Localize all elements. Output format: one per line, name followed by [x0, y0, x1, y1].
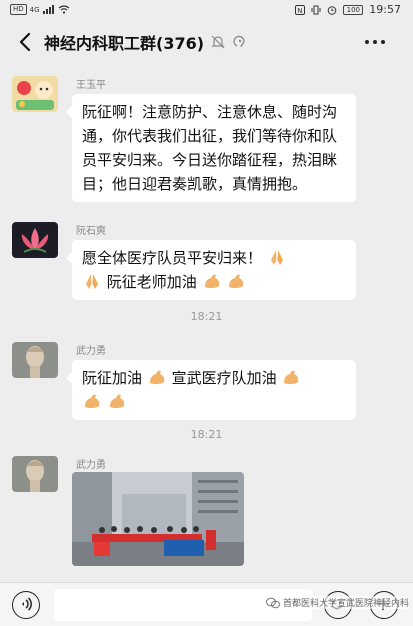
more-options-button[interactable] — [365, 32, 391, 52]
message-text: 宣武医疗队加油 — [171, 369, 277, 387]
earpiece-icon — [233, 35, 245, 48]
avatar[interactable] — [12, 222, 58, 258]
message-timestamp: 18:21 — [190, 310, 223, 323]
lotus-avatar-image — [12, 222, 58, 258]
avatar[interactable] — [12, 342, 58, 378]
image-message[interactable] — [72, 472, 244, 566]
chat-title: 神经内科职工群(376) — [44, 34, 205, 53]
nfc-icon: N — [295, 4, 306, 15]
message-bubble[interactable]: 阮征加油 宣武医疗队加油 — [66, 360, 356, 420]
chat-header: 神经内科职工群(376) — [0, 20, 413, 64]
flexed-biceps-icon — [109, 394, 125, 409]
statue-avatar-image — [12, 456, 58, 492]
group-photo-image — [72, 472, 244, 566]
message-list[interactable]: 王玉平 阮征啊！注意防护、注意休息、随时沟通，你代表我们出征，我们等待你和队员平… — [0, 64, 413, 582]
network-label: 4G — [29, 5, 40, 14]
flexed-biceps-icon — [204, 274, 219, 289]
avatar[interactable] — [12, 76, 58, 112]
vibrate-icon — [311, 5, 321, 14]
message-text: 阮征啊！注意防护、注意休息、随时沟通，你代表我们出征，我们等待你和队员平安归来。… — [82, 103, 338, 193]
praying-hands-icon — [86, 274, 98, 289]
avatar[interactable] — [12, 456, 58, 492]
status-bar: HD 4G N 100 19:57 — [0, 0, 413, 20]
sender-name: 王玉平 — [76, 80, 106, 91]
watermark: 首都医科大学宣武医院神经内科 — [265, 596, 409, 609]
hd-badge: HD — [10, 4, 27, 15]
statue-avatar-image — [12, 342, 58, 378]
alarm-icon — [327, 5, 337, 15]
flexed-biceps-icon — [85, 394, 100, 409]
sender-name: 武力勇 — [76, 346, 106, 357]
signal-icon — [42, 5, 54, 14]
message-bubble[interactable]: 愿全体医疗队员平安归来！ 阮征老师加油 — [66, 240, 356, 300]
battery-icon: 100 — [343, 4, 364, 15]
praying-hands-icon — [270, 250, 283, 265]
voice-wave-icon — [22, 597, 32, 611]
message-timestamp: 18:21 — [190, 428, 223, 441]
battery-level: 100 — [346, 5, 360, 14]
message-bubble[interactable]: 阮征啊！注意防护、注意休息、随时沟通，你代表我们出征，我们等待你和队员平安归来。… — [66, 94, 356, 202]
wifi-icon — [58, 5, 69, 14]
wechat-official-account-icon — [265, 597, 280, 608]
sender-name: 武力勇 — [76, 460, 106, 471]
clock: 19:57 — [369, 3, 401, 16]
svg-text:N: N — [297, 7, 302, 15]
message-text: 愿全体医疗队员平安归来！ — [82, 249, 263, 267]
watermark-text: 首都医科大学宣武医院神经内科 — [282, 599, 409, 609]
voice-input-button[interactable] — [12, 591, 40, 619]
message-text: 阮征老师加油 — [106, 273, 197, 291]
flexed-biceps-icon — [284, 370, 299, 385]
flexed-biceps-icon — [149, 370, 165, 385]
sender-name: 阮石爽 — [76, 226, 106, 237]
flexed-biceps-icon — [229, 274, 244, 289]
back-arrow-icon[interactable] — [14, 29, 38, 55]
cartoon-avatar-image — [12, 76, 58, 112]
message-text: 阮征加油 — [82, 369, 143, 387]
mute-bell-icon — [211, 35, 225, 49]
